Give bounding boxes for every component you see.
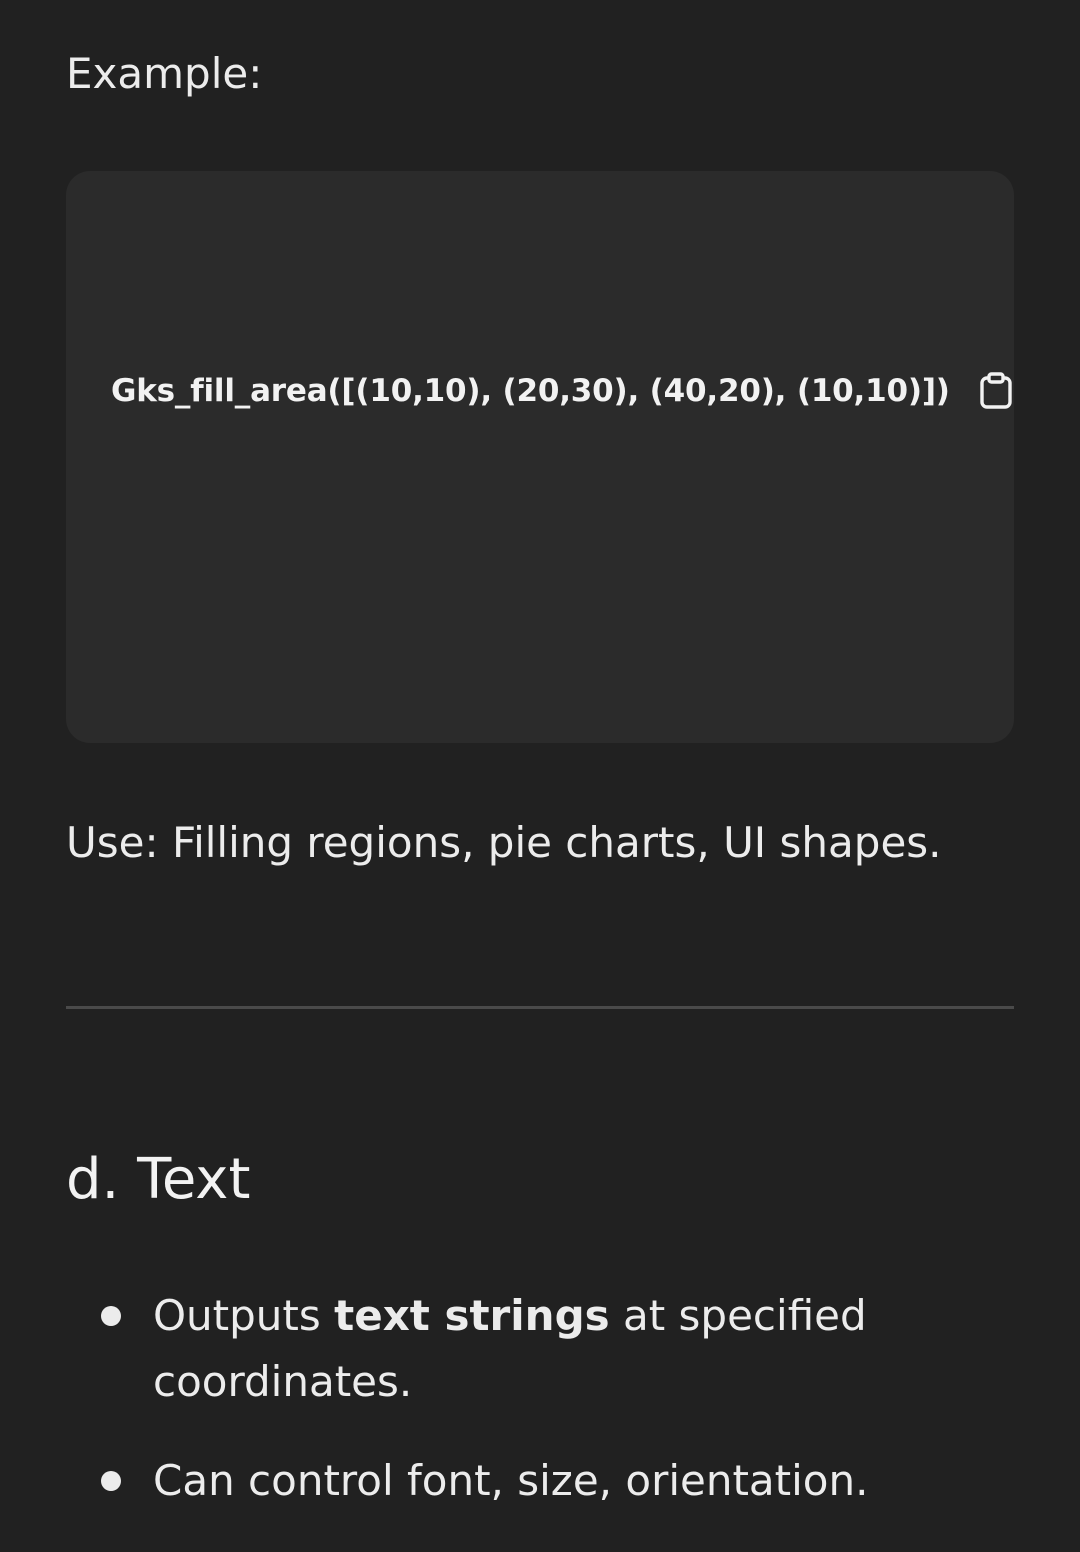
bullet-text-before: Outputs xyxy=(153,1291,335,1340)
code-text: Gks_fill_area([(10,10), (20,30), (40,20)… xyxy=(111,373,950,409)
list-item: Outputs text strings at specified coordi… xyxy=(66,1283,1014,1415)
code-line: Gks_fill_area([(10,10), (20,30), (40,20)… xyxy=(111,366,1014,416)
example-label: Example: xyxy=(66,49,263,98)
bullet-text: Can control font, size, orientation. xyxy=(153,1456,869,1505)
list-item: Can control font, size, orientation. xyxy=(66,1448,1014,1514)
use-text: Use: Filling regions, pie charts, UI sha… xyxy=(66,818,942,867)
code-block: Gks_fill_area([(10,10), (20,30), (40,20)… xyxy=(66,171,1014,743)
bullet-text-bold: text strings xyxy=(334,1291,610,1340)
bullet-dot xyxy=(101,1471,121,1491)
bullet-dot xyxy=(101,1306,121,1326)
section-divider xyxy=(66,1006,1014,1009)
copy-code-button[interactable] xyxy=(978,371,1014,411)
section-heading: d. Text xyxy=(66,1147,251,1212)
bullet-list: Outputs text strings at specified coordi… xyxy=(66,1283,1014,1514)
clipboard-icon xyxy=(980,372,1012,409)
